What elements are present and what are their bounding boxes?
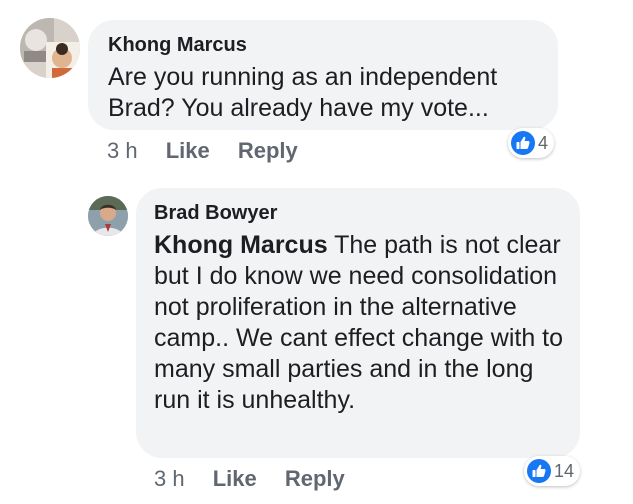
comment-author[interactable]: Brad Bowyer [154,200,564,226]
like-button[interactable]: Like [166,138,210,163]
reply-button[interactable]: Reply [238,138,298,163]
comment-timestamp[interactable]: 3 h [107,138,138,163]
comment-author[interactable]: Khong Marcus [108,32,538,58]
comment-bubble: Khong Marcus Are you running as an indep… [88,20,558,130]
reply-button[interactable]: Reply [285,466,345,491]
like-button[interactable]: Like [213,466,257,491]
mention-link[interactable]: Khong Marcus [154,231,328,259]
thumbs-up-icon [511,131,535,155]
comment-timestamp[interactable]: 3 h [154,466,185,491]
avatar[interactable] [20,18,80,78]
profile-photo-man-icon [88,196,128,236]
profile-photo-children-icon [20,18,80,78]
avatar[interactable] [88,196,128,236]
thumbs-up-icon [527,459,551,483]
reaction-summary[interactable]: 14 [524,456,581,486]
comment-text: Are you running as an independent Brad? … [108,63,498,122]
reaction-summary[interactable]: 4 [508,128,555,158]
reaction-count: 4 [538,132,549,153]
comment-bubble: Brad Bowyer Khong Marcus The path is not… [136,188,580,458]
comment-actions: 3 h Like Reply [154,466,345,492]
comment-text: Khong Marcus The path is not clear but I… [154,230,564,416]
reaction-count: 14 [554,460,575,481]
comment-actions: 3 h Like Reply [107,138,298,164]
